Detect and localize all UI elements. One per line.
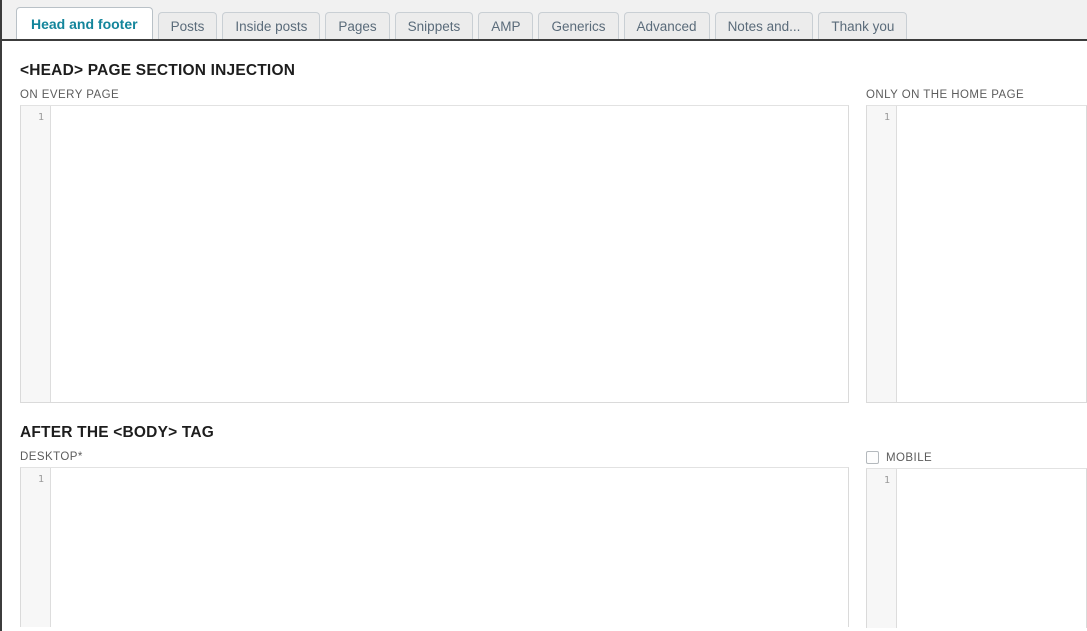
tab-inside-posts[interactable]: Inside posts <box>222 12 321 39</box>
head-home-page-label: ONLY ON THE HOME PAGE <box>866 89 1087 105</box>
body-desktop-editor[interactable]: 1 <box>20 467 849 627</box>
head-every-page-label: ON EVERY PAGE <box>20 89 849 105</box>
line-number: 1 <box>37 474 44 485</box>
body-mobile-label: MOBILE <box>866 451 1087 468</box>
line-number: 1 <box>883 475 890 486</box>
body-mobile-gutter: 1 <box>867 469 897 628</box>
tab-amp[interactable]: AMP <box>478 12 534 39</box>
body-mobile-field: MOBILE 1 <box>866 451 1087 628</box>
head-home-page-label-text: ONLY ON THE HOME PAGE <box>866 89 1025 101</box>
head-every-page-gutter: 1 <box>21 106 51 402</box>
body-desktop-label-text: DESKTOP* <box>20 451 83 463</box>
settings-content: <HEAD> PAGE SECTION INJECTION ON EVERY P… <box>2 41 1087 628</box>
head-home-page-editor[interactable]: 1 <box>866 105 1087 403</box>
tab-thank-you[interactable]: Thank you <box>818 12 908 39</box>
body-section-columns: DESKTOP* 1 MOBILE 1 <box>20 451 1087 628</box>
head-home-page-field: ONLY ON THE HOME PAGE 1 <box>866 89 1087 403</box>
head-section-columns: ON EVERY PAGE 1 ONLY ON THE HOME PAGE 1 <box>20 89 1087 403</box>
head-every-page-label-text: ON EVERY PAGE <box>20 89 120 101</box>
mobile-enable-checkbox[interactable] <box>866 451 879 464</box>
head-section-title: <HEAD> PAGE SECTION INJECTION <box>20 62 296 79</box>
body-mobile-code-input[interactable] <box>897 469 1086 628</box>
tab-notes-and[interactable]: Notes and... <box>714 12 814 39</box>
body-mobile-label-text: MOBILE <box>886 451 933 464</box>
tab-pages[interactable]: Pages <box>325 12 390 39</box>
body-section-title: AFTER THE <BODY> TAG <box>20 424 215 441</box>
head-every-page-editor[interactable]: 1 <box>20 105 849 403</box>
tab-generics[interactable]: Generics <box>538 12 619 39</box>
head-every-page-field: ON EVERY PAGE 1 <box>20 89 849 403</box>
body-desktop-gutter: 1 <box>21 468 51 627</box>
tab-bar: Head and footer Posts Inside posts Pages… <box>2 0 1087 41</box>
body-desktop-field: DESKTOP* 1 <box>20 451 849 628</box>
head-every-page-code-input[interactable] <box>51 106 848 402</box>
tab-posts[interactable]: Posts <box>157 12 218 39</box>
body-desktop-label: DESKTOP* <box>20 451 849 467</box>
tab-advanced[interactable]: Advanced <box>623 12 710 39</box>
settings-page: Head and footer Posts Inside posts Pages… <box>0 0 1087 631</box>
head-home-page-gutter: 1 <box>867 106 897 402</box>
line-number: 1 <box>883 112 890 123</box>
body-desktop-code-input[interactable] <box>51 468 848 627</box>
line-number: 1 <box>37 112 44 123</box>
body-mobile-editor[interactable]: 1 <box>866 468 1087 628</box>
head-home-page-code-input[interactable] <box>897 106 1086 402</box>
tab-snippets[interactable]: Snippets <box>394 12 474 39</box>
tab-head-and-footer[interactable]: Head and footer <box>16 7 153 39</box>
